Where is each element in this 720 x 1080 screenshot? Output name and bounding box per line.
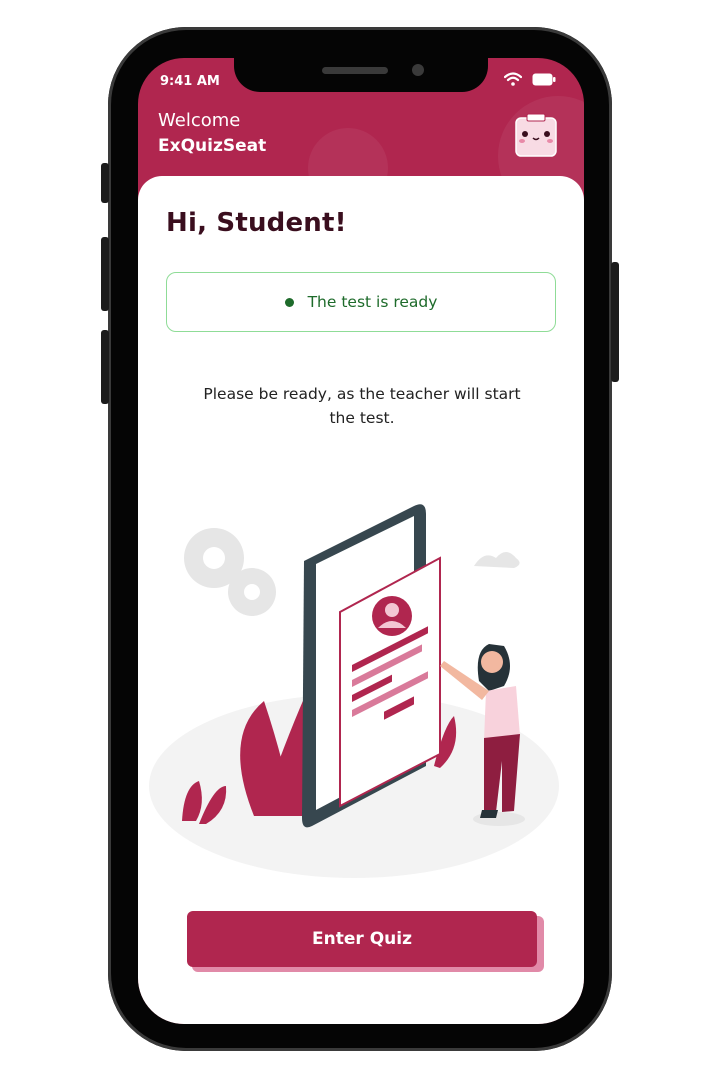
mascot-icon[interactable] (514, 112, 560, 158)
speaker-grille (322, 67, 388, 74)
welcome-label: Welcome (158, 110, 241, 131)
status-text: The test is ready (307, 293, 438, 311)
enter-quiz-button[interactable]: Enter Quiz (187, 911, 537, 967)
app-header: Welcome ExQuizSeat (138, 106, 584, 186)
wifi-icon (504, 72, 522, 86)
power-button (611, 262, 619, 382)
status-dot-icon (284, 297, 294, 307)
main-card: Hi, Student! The test is ready Please be… (138, 176, 584, 1024)
status-time: 9:41 AM (160, 74, 220, 89)
app-screen: 9:41 AM Welcome ExQuizSeat Hi, Student! … (138, 58, 584, 1024)
status-icons (504, 72, 556, 86)
volume-down-button (101, 330, 109, 404)
front-camera (412, 64, 424, 76)
info-message: Please be ready, as the teacher will sta… (203, 385, 521, 427)
mute-switch (101, 163, 109, 203)
phone-illustration (149, 504, 559, 878)
page-title: Hi, Student! (166, 208, 347, 238)
test-status-badge: The test is ready (166, 272, 556, 332)
app-name: ExQuizSeat (158, 136, 267, 156)
volume-up-button (101, 237, 109, 311)
phone-notch (234, 58, 488, 92)
battery-icon (532, 73, 556, 85)
